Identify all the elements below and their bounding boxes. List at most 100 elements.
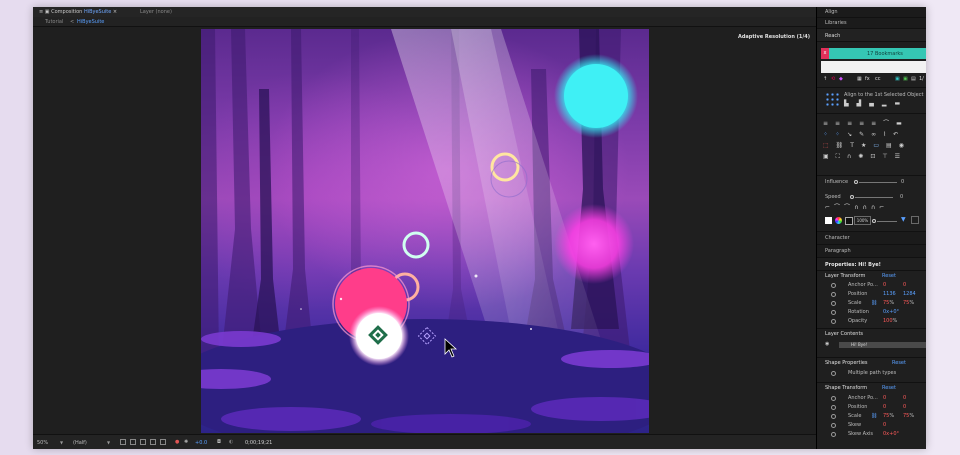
- white-swatch[interactable]: [825, 217, 832, 224]
- scale-icon[interactable]: ↘: [847, 131, 859, 138]
- layer-tab[interactable]: Layer (none): [140, 9, 172, 15]
- tag-icon[interactable]: ◆: [839, 76, 843, 82]
- chain-icon[interactable]: ⛓: [836, 142, 851, 149]
- s-scale-x[interactable]: 75%: [883, 413, 894, 419]
- align-panel-header[interactable]: Align: [817, 7, 926, 18]
- resolution-dropdown[interactable]: (Half): [73, 440, 87, 446]
- text-icon[interactable]: T: [850, 142, 861, 149]
- align-text-center-icon[interactable]: ≡: [835, 120, 847, 127]
- position-y[interactable]: 1284: [903, 291, 916, 297]
- bookmarks-bar[interactable]: 17 Bookmarks: [829, 48, 926, 59]
- shape-properties-reset[interactable]: Reset: [892, 360, 906, 366]
- mask-visibility-icon[interactable]: [140, 439, 146, 445]
- lines-icon[interactable]: ☰: [895, 153, 907, 160]
- speed-value[interactable]: 0: [900, 194, 903, 200]
- bar-icon[interactable]: ▬: [896, 120, 909, 127]
- anchor-y[interactable]: 0: [903, 282, 906, 288]
- s-skew-value[interactable]: 0: [883, 422, 886, 428]
- zoom-dropdown[interactable]: 50%: [37, 440, 48, 446]
- s-position-y[interactable]: 0: [903, 404, 906, 410]
- align-grid-icon[interactable]: [825, 92, 839, 106]
- influence-slider-knob[interactable]: [854, 180, 858, 184]
- dropper-icon[interactable]: ▼: [901, 216, 906, 223]
- opacity-percent-field[interactable]: 100%: [854, 216, 871, 225]
- align-left-icon[interactable]: ▙: [844, 100, 857, 107]
- scale-x[interactable]: 75%: [883, 300, 894, 306]
- s-skew-axis-stopwatch-icon[interactable]: [831, 432, 836, 437]
- s-skew-axis-value[interactable]: 0x+0°: [883, 431, 899, 437]
- dots2-icon[interactable]: ⁘: [835, 131, 847, 138]
- step-icon[interactable]: ⌐: [879, 204, 888, 211]
- up-arrow-icon[interactable]: ↑: [823, 76, 827, 82]
- ease-linear-icon[interactable]: ⌐: [825, 204, 834, 211]
- crop-icon[interactable]: ⛶: [836, 153, 847, 160]
- opacity-slider-knob[interactable]: [872, 219, 876, 223]
- visibility-eye-icon[interactable]: ◉: [825, 341, 829, 347]
- zoom-chevron-icon[interactable]: ▼: [60, 440, 63, 445]
- justify-all-icon[interactable]: ≡: [871, 120, 883, 127]
- scale-y[interactable]: 75%: [903, 300, 914, 306]
- s-scale-stopwatch-icon[interactable]: [831, 414, 836, 419]
- fast-previews-icon[interactable]: [120, 439, 126, 445]
- rect-icon[interactable]: ▭: [873, 142, 886, 149]
- region-of-interest-icon[interactable]: [150, 439, 156, 445]
- snapshot-camera-icon[interactable]: ◘: [217, 439, 221, 445]
- magnet-icon[interactable]: ∩: [847, 153, 858, 160]
- image-icon[interactable]: ▣: [895, 76, 900, 82]
- s-anchor-x[interactable]: 0: [883, 395, 886, 401]
- anchor-x[interactable]: 0: [883, 282, 886, 288]
- checkbox[interactable]: [911, 216, 919, 224]
- link-icon[interactable]: ∞: [871, 131, 883, 138]
- star-icon[interactable]: ★: [861, 142, 873, 149]
- layers-icon[interactable]: ▤: [886, 142, 899, 149]
- composition-tab[interactable]: ≡ ▣ Composition HiByeSuite ×: [39, 9, 117, 15]
- current-time[interactable]: 0;00;19;21: [245, 440, 272, 446]
- swatch-icon[interactable]: ▣: [903, 76, 908, 82]
- fx-icon[interactable]: fx: [865, 76, 870, 82]
- color-channel-icon[interactable]: ●: [175, 439, 179, 445]
- pin-icon[interactable]: ⌇: [883, 131, 893, 138]
- grid-icon[interactable]: ▦: [857, 76, 862, 82]
- s-anchor-stopwatch-icon[interactable]: [831, 396, 836, 401]
- influence-slider[interactable]: [859, 182, 897, 183]
- pen-icon[interactable]: ✎: [859, 131, 871, 138]
- reset-icon[interactable]: ⟲: [831, 76, 835, 82]
- align-text-right-icon[interactable]: ≡: [847, 120, 859, 127]
- sun-icon[interactable]: ✺: [858, 153, 870, 160]
- distribute-icon[interactable]: ▬: [895, 100, 909, 107]
- cc-icon[interactable]: cc: [875, 76, 881, 82]
- opacity-slider[interactable]: [877, 221, 897, 222]
- s-scale-link-icon[interactable]: ⛓: [871, 413, 877, 419]
- resolution-chevron-icon[interactable]: ▼: [107, 440, 110, 445]
- rotation-stopwatch-icon[interactable]: [831, 310, 836, 315]
- layer-contents-row[interactable]: ◉ Hi! Bye!: [825, 341, 926, 349]
- align-right-icon[interactable]: ▄: [869, 100, 882, 107]
- frame-icon[interactable]: ⊡: [870, 153, 882, 160]
- opacity-value[interactable]: 100%: [883, 318, 897, 324]
- bounce-icon[interactable]: ∩: [862, 204, 870, 211]
- dashed-box-icon[interactable]: ⬚: [823, 142, 836, 149]
- align-bottom-icon[interactable]: ▂: [882, 100, 895, 107]
- s-position-stopwatch-icon[interactable]: [831, 405, 836, 410]
- s-skew-stopwatch-icon[interactable]: [831, 423, 836, 428]
- character-panel-header[interactable]: Character: [817, 232, 926, 245]
- breadcrumb-tutorial[interactable]: Tutorial: [45, 19, 63, 25]
- tab-close-icon[interactable]: ×: [113, 9, 117, 15]
- scale-link-icon[interactable]: ⛓: [871, 300, 877, 306]
- color-wheel-icon[interactable]: [835, 217, 842, 224]
- anchor-stopwatch-icon[interactable]: [831, 283, 836, 288]
- s-anchor-y[interactable]: 0: [903, 395, 906, 401]
- layer-transform-reset[interactable]: Reset: [882, 273, 896, 279]
- black-swatch[interactable]: [845, 217, 853, 225]
- bend-icon[interactable]: ↶: [893, 131, 905, 138]
- speed-slider[interactable]: [855, 197, 893, 198]
- rotation-value[interactable]: 0x+0°: [883, 309, 899, 315]
- bookmarks-close-button[interactable]: x: [821, 48, 829, 59]
- dots-icon[interactable]: ⁘: [823, 131, 835, 138]
- position-stopwatch-icon[interactable]: [831, 292, 836, 297]
- reach-panel-header[interactable]: Reach: [817, 29, 926, 42]
- shape-transform-reset[interactable]: Reset: [882, 385, 896, 391]
- ratio-icon[interactable]: 1/: [919, 76, 924, 82]
- ease-out-icon[interactable]: ⌒: [844, 204, 854, 211]
- align-center-icon[interactable]: ▟: [857, 100, 870, 107]
